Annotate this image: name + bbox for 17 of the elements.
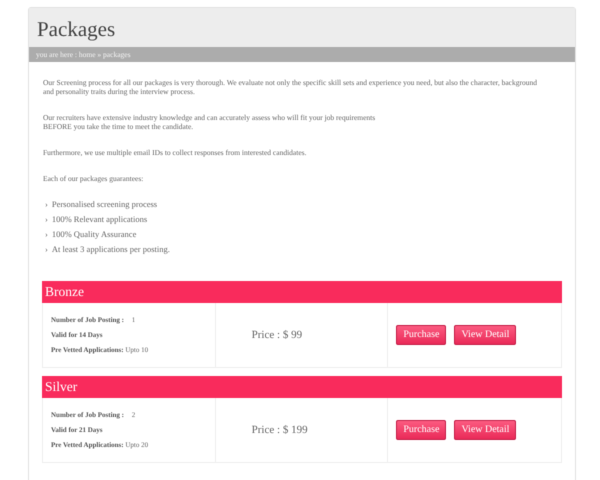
bullet-mark: ›	[45, 229, 48, 240]
view-detail-button[interactable]: View Detail	[454, 420, 516, 440]
page-title: Packages	[37, 16, 116, 42]
purchase-button[interactable]: Purchase	[396, 420, 446, 440]
bullet-mark: ›	[45, 214, 48, 225]
price-text: Price : $ 199	[252, 424, 308, 436]
bullet-mark: ›	[45, 244, 48, 255]
guarantee-text: At least 3 applications per posting.	[52, 244, 170, 255]
guarantee-text: Personalised screening process	[52, 199, 158, 210]
view-detail-button[interactable]: View Detail	[454, 325, 516, 345]
guarantee-text: 100% Quality Assurance	[52, 229, 136, 240]
package-title: Silver	[42, 376, 562, 398]
price-text: Price : $ 99	[252, 329, 302, 341]
bullet-mark: ›	[45, 199, 48, 210]
purchase-button[interactable]: Purchase	[396, 325, 446, 345]
guarantee-text: 100% Relevant applications	[52, 214, 148, 225]
package-title: Bronze	[42, 281, 562, 303]
